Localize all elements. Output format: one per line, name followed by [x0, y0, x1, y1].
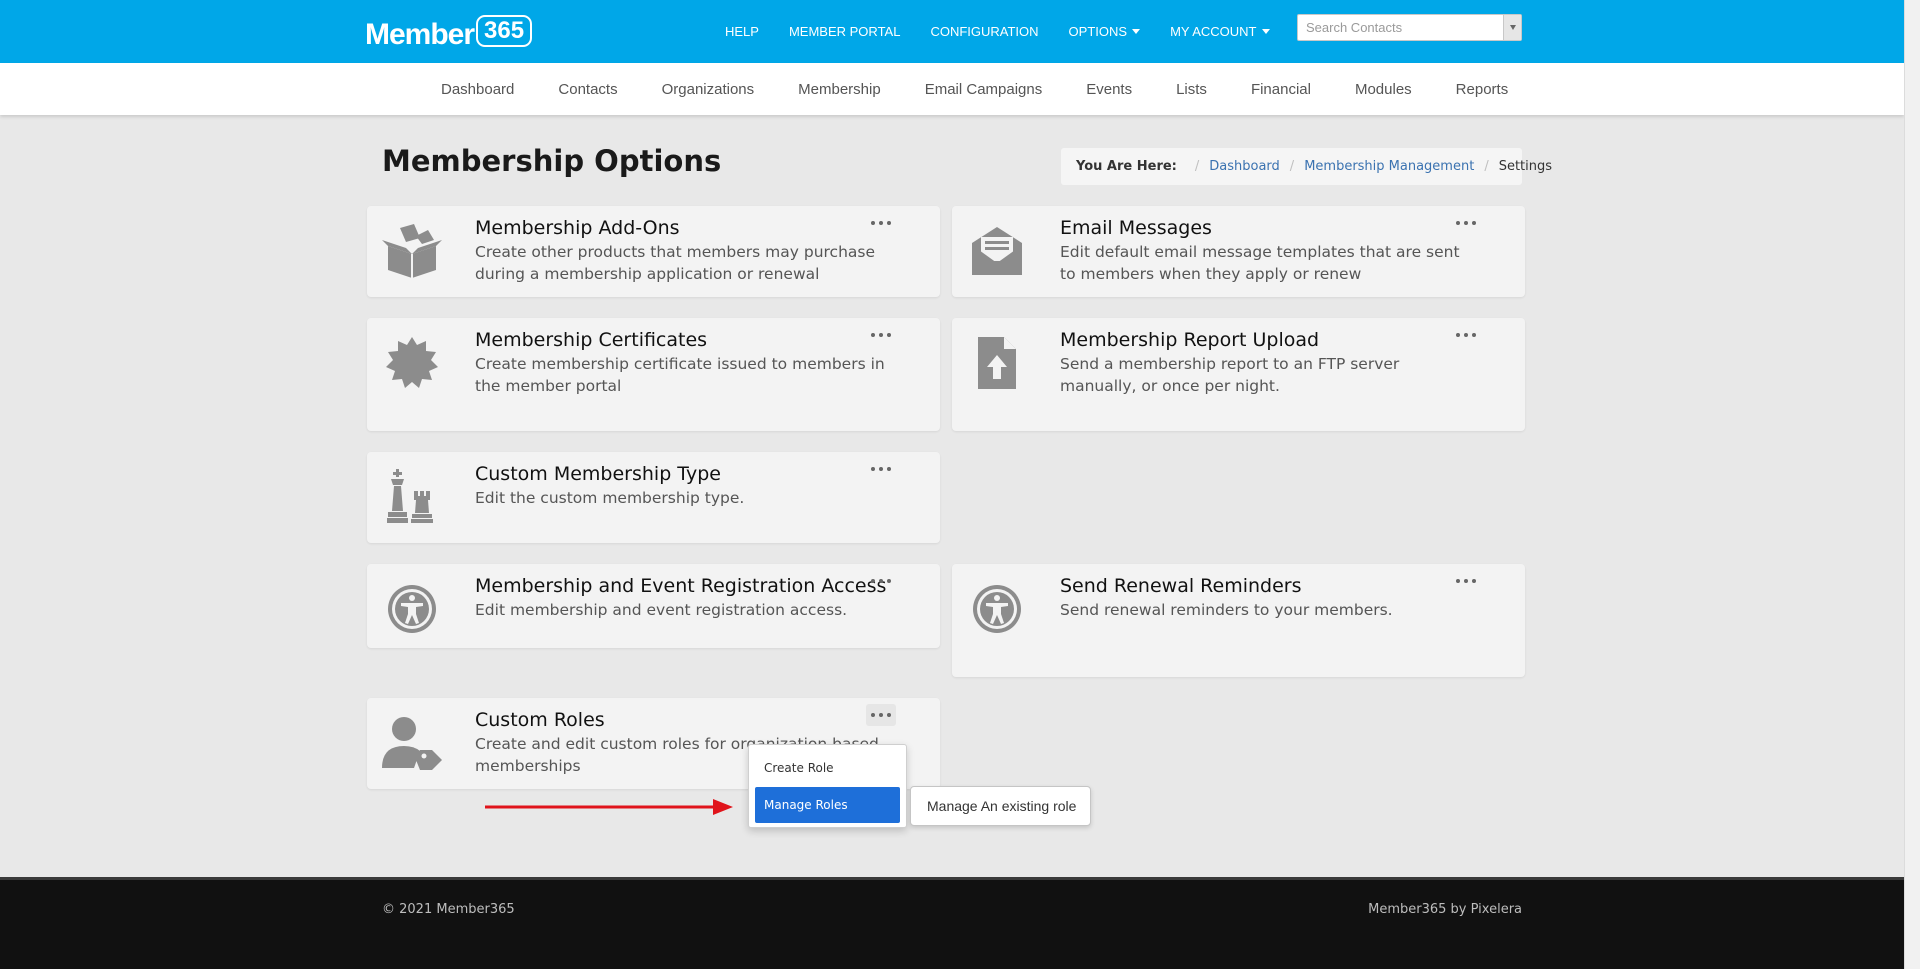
- breadcrumb-dashboard[interactable]: Dashboard: [1209, 159, 1280, 174]
- chevron-down-icon: [1509, 25, 1516, 30]
- certificate-icon: [377, 333, 447, 393]
- configuration-link[interactable]: CONFIGURATION: [930, 24, 1038, 39]
- nav-financial[interactable]: Financial: [1229, 81, 1333, 98]
- card-description: Send renewal reminders to your members.: [1060, 601, 1393, 619]
- search-dropdown-toggle[interactable]: [1503, 15, 1521, 40]
- footer-copyright: © 2021 Member365: [382, 902, 515, 917]
- card-title: Membership Report Upload: [1060, 329, 1320, 351]
- card-description: Create other products that members may p…: [475, 243, 876, 283]
- page: Member 365 HELP MEMBER PORTAL CONFIGURAT…: [0, 0, 1904, 969]
- card-description: Send a membership report to an FTP serve…: [1060, 355, 1400, 395]
- nav-modules[interactable]: Modules: [1333, 81, 1434, 98]
- universal-access-icon: [377, 579, 447, 639]
- manage-roles-tooltip: Manage An existing role: [910, 786, 1091, 826]
- card-description: Edit default email message templates tha…: [1060, 243, 1460, 283]
- card-title: Membership Certificates: [475, 329, 708, 351]
- breadcrumb-separator: /: [1194, 159, 1200, 174]
- card-send-renewal-reminders[interactable]: Send Renewal Reminders Send renewal remi…: [952, 564, 1525, 677]
- chess-pieces-icon: [377, 467, 447, 527]
- member-portal-link[interactable]: MEMBER PORTAL: [789, 24, 900, 39]
- search-contacts: [1297, 14, 1522, 41]
- page-title: Membership Options: [382, 144, 722, 178]
- card-membership-report-upload[interactable]: Membership Report Upload Send a membersh…: [952, 318, 1525, 431]
- nav-email-campaigns[interactable]: Email Campaigns: [903, 81, 1065, 98]
- nav-organizations[interactable]: Organizations: [640, 81, 777, 98]
- help-link[interactable]: HELP: [725, 24, 759, 39]
- breadcrumb-separator: /: [1484, 159, 1489, 174]
- card-description: Create membership certificate issued to …: [475, 355, 885, 395]
- caret-down-icon: [1261, 29, 1270, 34]
- card-email-messages[interactable]: Email Messages Edit default email messag…: [952, 206, 1525, 297]
- search-input[interactable]: [1298, 15, 1498, 40]
- user-tag-icon: [377, 713, 447, 773]
- member365-logo[interactable]: Member 365: [365, 15, 533, 53]
- more-options-button[interactable]: [1451, 212, 1481, 234]
- more-options-button[interactable]: [866, 570, 896, 592]
- card-membership-certificates[interactable]: Membership Certificates Create membershi…: [367, 318, 940, 431]
- footer-credit[interactable]: Member365 by Pixelera: [1368, 902, 1522, 917]
- custom-roles-menu: Create Role Manage Roles: [748, 744, 907, 828]
- options-dropdown[interactable]: OPTIONS: [1069, 24, 1141, 39]
- card-title: Custom Roles: [475, 709, 605, 731]
- main-nav: Dashboard Contacts Organizations Members…: [0, 63, 1904, 115]
- breadcrumb: You Are Here: / Dashboard / Membership M…: [1061, 148, 1552, 185]
- card-title: Membership Add-Ons: [475, 217, 680, 239]
- my-account-label: MY ACCOUNT: [1170, 24, 1257, 39]
- card-description: Edit the custom membership type.: [475, 489, 745, 507]
- nav-membership[interactable]: Membership: [776, 81, 903, 98]
- red-arrow-icon: [485, 799, 733, 815]
- more-options-button[interactable]: [866, 324, 896, 346]
- logo-text: Member: [365, 18, 475, 51]
- top-nav: HELP MEMBER PORTAL CONFIGURATION OPTIONS…: [710, 0, 1285, 63]
- nav-events[interactable]: Events: [1064, 81, 1154, 98]
- vertical-scrollbar[interactable]: [1904, 0, 1920, 969]
- card-custom-membership-type[interactable]: Custom Membership Type Edit the custom m…: [367, 452, 940, 543]
- more-options-button[interactable]: [1451, 324, 1481, 346]
- card-title: Membership and Event Registration Access: [475, 575, 887, 597]
- my-account-dropdown[interactable]: MY ACCOUNT: [1170, 24, 1270, 39]
- more-options-button[interactable]: [1451, 570, 1481, 592]
- more-options-button[interactable]: [866, 704, 896, 726]
- card-membership-add-ons[interactable]: Membership Add-Ons Create other products…: [367, 206, 940, 297]
- nav-lists[interactable]: Lists: [1154, 81, 1229, 98]
- caret-down-icon: [1132, 29, 1141, 34]
- open-box-icon: [377, 221, 447, 281]
- footer: © 2021 Member365 Member365 by Pixelera: [0, 877, 1904, 969]
- breadcrumb-label: You Are Here:: [1076, 159, 1177, 174]
- card-title: Custom Membership Type: [475, 463, 721, 485]
- logo-badge: 365: [476, 15, 533, 47]
- options-label: OPTIONS: [1068, 24, 1128, 39]
- nav-reports[interactable]: Reports: [1434, 81, 1531, 98]
- nav-dashboard[interactable]: Dashboard: [419, 81, 536, 98]
- file-upload-icon: [962, 333, 1032, 393]
- card-title: Email Messages: [1060, 217, 1212, 239]
- breadcrumb-separator: /: [1289, 159, 1295, 174]
- manage-roles-menu-item[interactable]: Manage Roles: [755, 787, 900, 823]
- card-title: Send Renewal Reminders: [1060, 575, 1302, 597]
- nav-contacts[interactable]: Contacts: [536, 81, 639, 98]
- more-options-button[interactable]: [866, 212, 896, 234]
- card-description: Edit membership and event registration a…: [475, 601, 848, 619]
- more-options-button[interactable]: [866, 458, 896, 480]
- universal-access-icon: [962, 579, 1032, 639]
- breadcrumb-current: Settings: [1498, 159, 1553, 174]
- envelope-open-icon: [962, 221, 1032, 281]
- create-role-menu-item[interactable]: Create Role: [755, 750, 900, 786]
- card-registration-access[interactable]: Membership and Event Registration Access…: [367, 564, 940, 648]
- breadcrumb-membership-management[interactable]: Membership Management: [1304, 159, 1474, 174]
- top-bar: Member 365 HELP MEMBER PORTAL CONFIGURAT…: [0, 0, 1904, 63]
